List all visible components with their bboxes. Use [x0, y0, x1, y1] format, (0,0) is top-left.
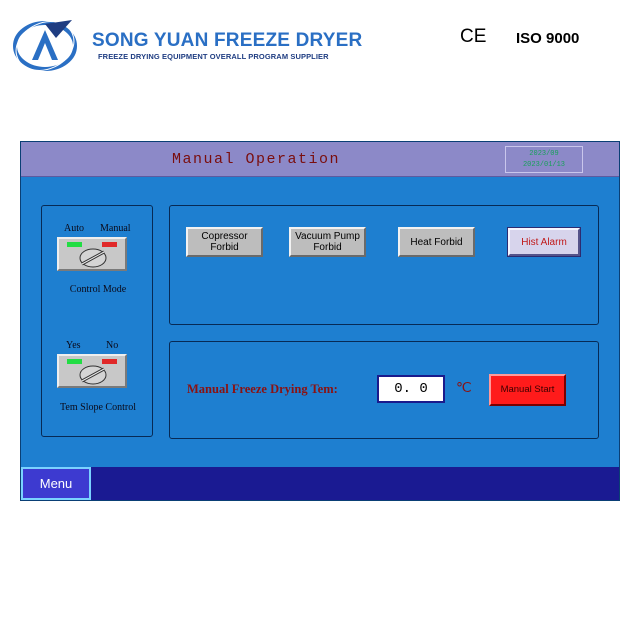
iso-certification: ISO 9000 — [516, 30, 580, 47]
yes-indicator-lamp — [67, 359, 82, 364]
compressor-button-line2: Forbid — [210, 242, 239, 253]
no-label: No — [106, 340, 119, 351]
company-logo — [12, 16, 78, 72]
hmi-screen: Manual Operation 2023/09 2023/01/13 Auto… — [20, 141, 620, 501]
auto-indicator-lamp — [67, 242, 82, 247]
yes-label: Yes — [66, 340, 81, 351]
vacuum-pump-forbid-button[interactable]: Vacuum Pump Forbid — [289, 227, 366, 257]
manual-start-button[interactable]: Manual Start — [489, 374, 566, 406]
compressor-forbid-button[interactable]: Copressor Forbid — [186, 227, 263, 257]
manual-indicator-lamp — [102, 242, 117, 247]
forbid-buttons-panel — [169, 205, 599, 325]
control-mode-caption: Control Mode — [69, 284, 127, 295]
vacuum-button-line2: Forbid — [313, 242, 342, 253]
screen-title: Manual Operation — [171, 151, 341, 168]
date-line: 2023/01/13 — [522, 161, 565, 169]
manual-freeze-temp-input[interactable]: 0. 0 — [377, 375, 445, 403]
brand-name: SONG YUAN FREEZE DRYER — [92, 30, 363, 51]
manual-label: Manual — [100, 223, 131, 234]
slope-control-switch[interactable] — [57, 354, 127, 388]
heat-forbid-button[interactable]: Heat Forbid — [398, 227, 475, 257]
datetime-display: 2023/09 2023/01/13 — [505, 146, 583, 173]
vacuum-button-line1: Vacuum Pump — [295, 231, 360, 242]
hist-alarm-button[interactable]: Hist Alarm — [507, 227, 581, 257]
rotary-knob-icon — [79, 365, 107, 385]
manual-freeze-temp-label: Manual Freeze Drying Tem: — [187, 382, 338, 396]
title-bar: Manual Operation 2023/09 2023/01/13 — [21, 142, 619, 177]
brand-tagline: FREEZE DRYING EQUIPMENT OVERALL PROGRAM … — [98, 52, 329, 61]
ce-mark: CE — [460, 26, 487, 47]
compressor-button-line1: Copressor — [201, 231, 248, 242]
no-indicator-lamp — [102, 359, 117, 364]
menu-button[interactable]: Menu — [21, 467, 91, 500]
rotary-knob-icon — [79, 248, 107, 268]
mode-switch-panel: Auto Manual Control Mode Yes No Tem Slop… — [41, 205, 153, 437]
auto-label: Auto — [64, 223, 84, 234]
control-mode-switch[interactable] — [57, 237, 127, 271]
bottom-navigation-bar — [21, 467, 619, 500]
celsius-unit: ℃ — [456, 381, 472, 396]
date-line: 2023/09 — [529, 150, 559, 158]
slope-control-caption: Tem Slope Control — [60, 402, 136, 413]
